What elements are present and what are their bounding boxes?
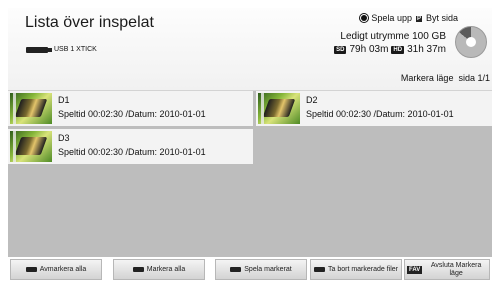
exit-mark-mode-label: Avsluta Markera läge	[430, 261, 482, 277]
screen: Lista över inspelat USB 1 XTICK Spela up…	[0, 0, 500, 282]
unmark-all-button[interactable]: Avmarkera alla	[10, 259, 102, 280]
recording-list: D1 Speltid 00:02:30 /Datum: 2010-01-01 D…	[8, 91, 492, 257]
sd-badge: SD	[334, 45, 347, 54]
mark-all-button[interactable]: Markera alla	[113, 259, 205, 280]
delete-marked-label: Ta bort markerade filer	[327, 265, 399, 273]
exit-mark-mode-button[interactable]: FAV Avsluta Markera läge	[404, 259, 490, 280]
key-hints: Spela upp P Byt sida	[361, 13, 458, 23]
page-change-label: Byt sida	[425, 13, 458, 23]
storage-info: Spela upp P Byt sida Ledigt utrymme 100 …	[272, 8, 492, 90]
usb-device-info: USB 1 XTICK	[26, 46, 97, 53]
footer-bar: Avmarkera alla Markera alla Spela marker…	[8, 258, 492, 282]
green-key-icon	[132, 267, 144, 272]
ok-button-icon	[361, 15, 368, 21]
sd-time: 79h 03m	[349, 44, 389, 55]
unmark-all-label: Avmarkera alla	[39, 265, 87, 273]
red-key-icon	[25, 267, 37, 272]
recording-thumbnail	[10, 131, 52, 162]
play-label: Spela upp	[371, 13, 412, 23]
hd-time: 31h 37m	[407, 44, 446, 55]
recording-item-d2[interactable]: D2 Speltid 00:02:30 /Datum: 2010-01-01	[256, 91, 492, 126]
recording-name: D2	[306, 95, 318, 105]
blue-key-icon	[313, 267, 325, 272]
delete-marked-button[interactable]: Ta bort markerade filer	[310, 259, 402, 280]
yellow-key-icon	[230, 267, 242, 272]
recording-item-d3[interactable]: D3 Speltid 00:02:30 /Datum: 2010-01-01	[8, 129, 253, 164]
mark-all-label: Markera alla	[146, 265, 186, 273]
recording-info: Speltid 00:02:30 /Datum: 2010-01-01	[58, 109, 206, 119]
fav-key-icon: FAV	[407, 265, 423, 274]
disk-usage-icon	[455, 26, 487, 58]
usb-device-label: USB 1 XTICK	[54, 46, 97, 53]
recording-info: Speltid 00:02:30 /Datum: 2010-01-01	[58, 147, 206, 157]
recording-name: D3	[58, 133, 70, 143]
remaining-time: SD 79h 03m HD 31h 37m	[334, 44, 446, 55]
play-marked-label: Spela markerat	[244, 265, 292, 273]
recording-thumbnail	[10, 93, 52, 124]
header-panel: Lista över inspelat USB 1 XTICK Spela up…	[8, 8, 492, 91]
hd-badge: HD	[391, 45, 405, 54]
mark-mode-label: Markera läge	[400, 73, 454, 83]
mark-mode-status: Markera läge sida 1/1	[401, 73, 490, 83]
recording-name: D1	[58, 95, 70, 105]
recording-item-d1[interactable]: D1 Speltid 00:02:30 /Datum: 2010-01-01	[8, 91, 253, 126]
usb-icon	[26, 46, 52, 53]
recording-thumbnail	[258, 93, 300, 124]
free-space: Ledigt utrymme 100 GB	[340, 31, 446, 42]
page-indicator: sida 1/1	[458, 73, 490, 83]
recording-info: Speltid 00:02:30 /Datum: 2010-01-01	[306, 109, 454, 119]
page-title: Lista över inspelat	[25, 14, 154, 31]
page-key-icon: P	[415, 15, 422, 22]
play-marked-button[interactable]: Spela markerat	[215, 259, 307, 280]
